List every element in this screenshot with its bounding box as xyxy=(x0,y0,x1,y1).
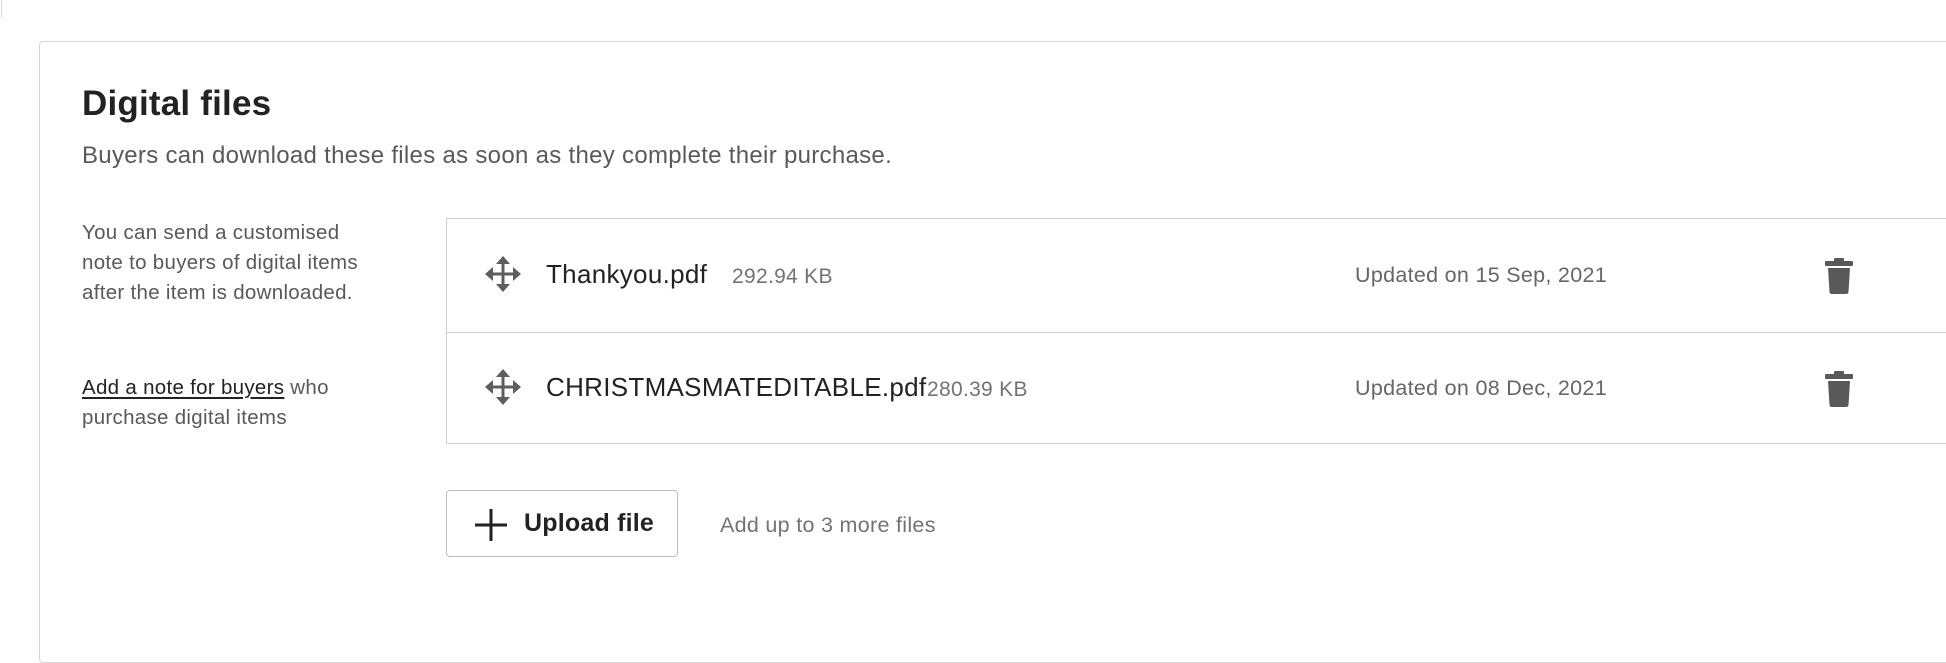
trash-icon[interactable] xyxy=(1823,258,1855,294)
move-icon[interactable] xyxy=(485,256,521,292)
file-list: Thankyou.pdf 292.94 KB Updated on 15 Sep… xyxy=(446,218,1946,444)
upload-file-button[interactable]: Upload file xyxy=(446,490,678,557)
page-edge-divider xyxy=(1,0,2,18)
add-note-link[interactable]: Add a note for buyers xyxy=(82,376,284,399)
file-size: 280.39 KB xyxy=(927,378,1028,401)
file-size: 292.94 KB xyxy=(732,265,833,288)
add-note-info: Add a note for buyers who purchase digit… xyxy=(82,373,382,433)
move-icon[interactable] xyxy=(485,369,521,405)
plus-icon xyxy=(475,509,507,541)
file-updated-date: Updated on 15 Sep, 2021 xyxy=(1355,263,1607,287)
file-updated-date: Updated on 08 Dec, 2021 xyxy=(1355,376,1607,400)
trash-icon[interactable] xyxy=(1823,371,1855,407)
buyer-note-description: You can send a customised note to buyers… xyxy=(82,221,358,304)
file-row: Thankyou.pdf 292.94 KB Updated on 15 Sep… xyxy=(447,219,1946,333)
file-row: CHRISTMASMATEDITABLE.pdf 280.39 KB Updat… xyxy=(447,332,1946,445)
section-subtitle: Buyers can download these files as soon … xyxy=(82,142,893,169)
file-name: CHRISTMASMATEDITABLE.pdf xyxy=(546,372,927,402)
upload-limit-hint: Add up to 3 more files xyxy=(720,513,936,537)
upload-file-label: Upload file xyxy=(524,509,654,537)
section-title: Digital files xyxy=(82,84,272,123)
file-name: Thankyou.pdf xyxy=(546,259,708,289)
